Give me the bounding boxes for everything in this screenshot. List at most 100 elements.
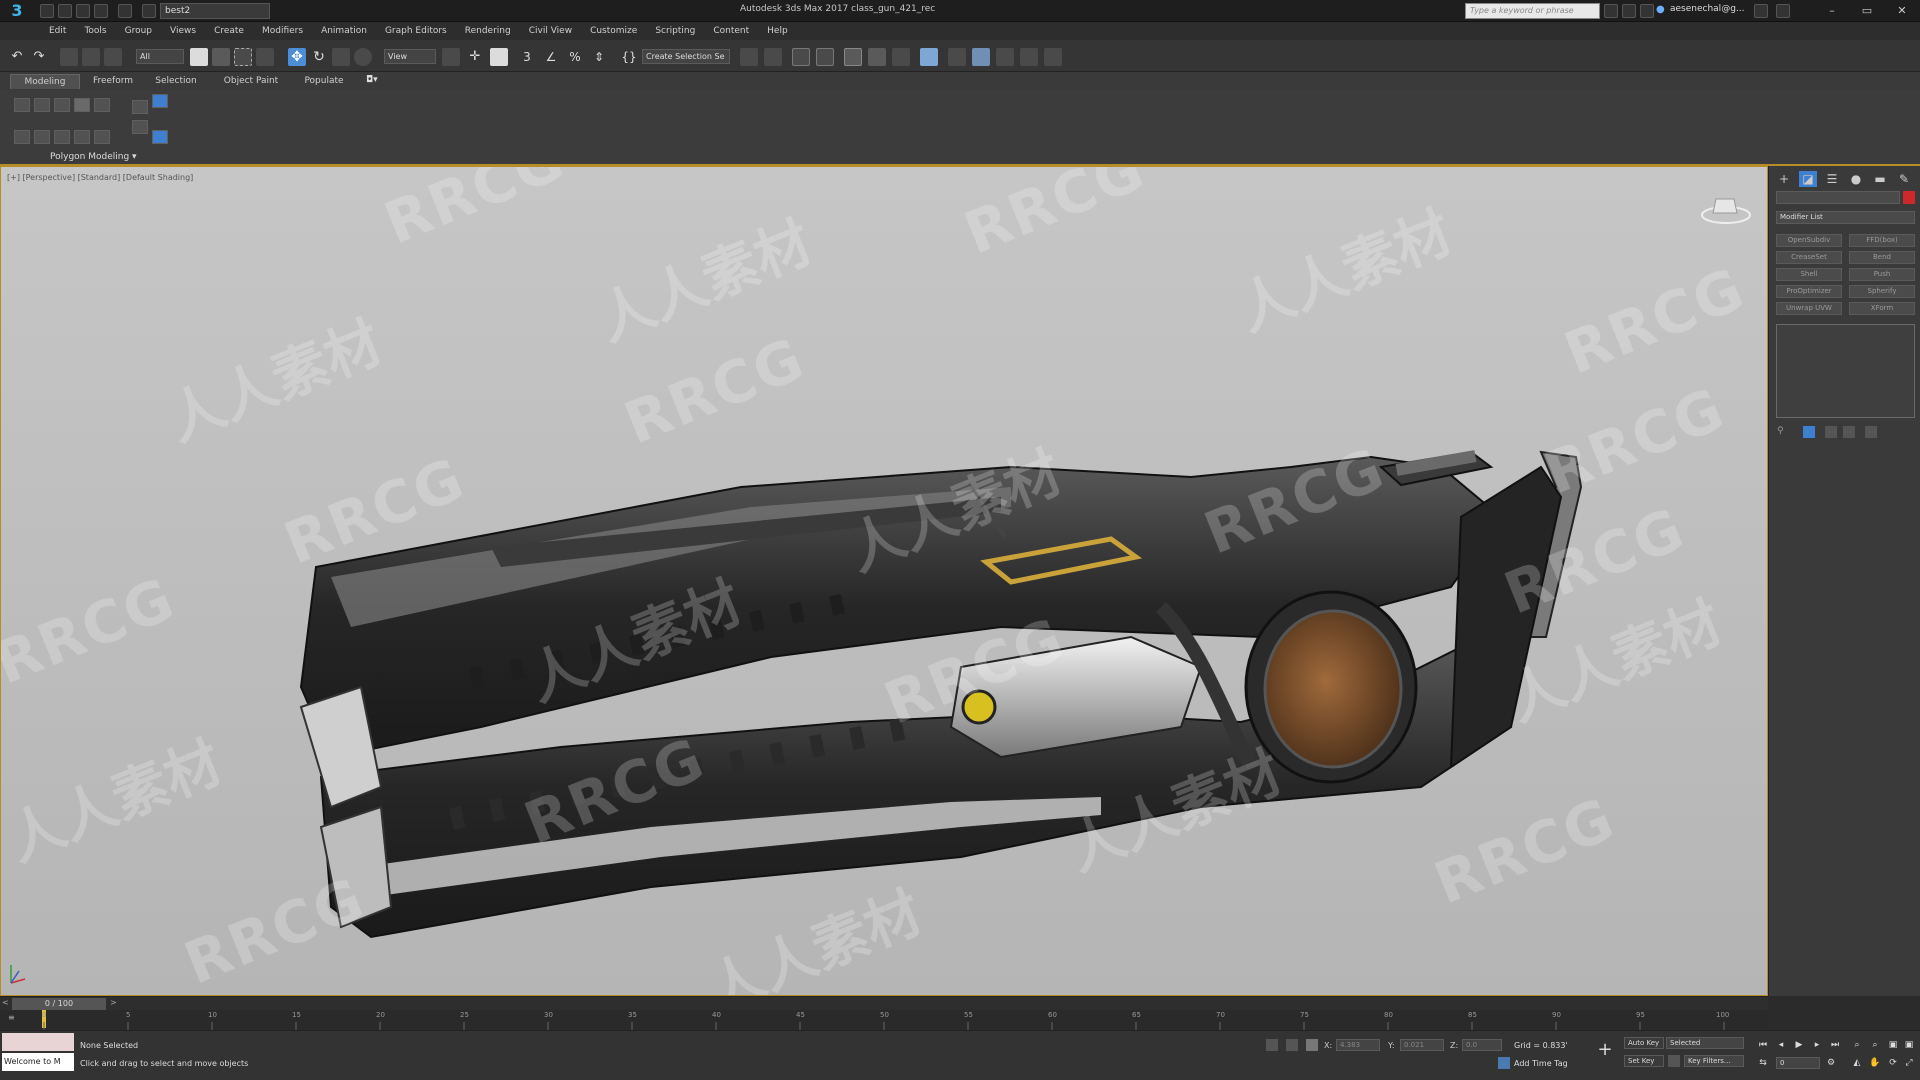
modifier-button[interactable]: CreaseSet (1776, 251, 1842, 264)
open-file-icon[interactable] (58, 4, 72, 18)
binoculars-icon[interactable] (1604, 4, 1618, 18)
go-to-start-icon[interactable]: ⏮ (1756, 1039, 1770, 1051)
key-mode-dropdown[interactable]: Selected (1666, 1037, 1744, 1049)
redo-icon[interactable]: ↷ (30, 48, 48, 66)
key-filters-button[interactable]: Key Filters... (1684, 1055, 1744, 1067)
previous-frame-icon[interactable]: ◂ (1774, 1039, 1788, 1051)
ribbon-tool-7[interactable] (152, 94, 168, 108)
set-key-button[interactable]: Set Key (1624, 1055, 1664, 1067)
app-logo-icon[interactable]: 3 (4, 2, 30, 20)
zoom-icon[interactable]: ⌕ (1850, 1039, 1864, 1051)
select-by-name-icon[interactable] (212, 48, 230, 66)
show-end-result-icon[interactable] (1803, 426, 1815, 438)
mirror-icon[interactable] (740, 48, 758, 66)
reference-coordinate-dropdown[interactable]: View (384, 49, 436, 64)
link-icon[interactable] (60, 48, 78, 66)
auto-key-button[interactable]: Auto Key (1624, 1037, 1664, 1049)
ribbon-panel-label[interactable]: Polygon Modeling ▾ (50, 152, 137, 162)
angle-snap-icon[interactable]: ∠ (542, 48, 560, 66)
ribbon-tool-6[interactable] (132, 100, 148, 114)
communication-center-icon[interactable] (1622, 4, 1636, 18)
workspace-selector[interactable]: best2 (160, 3, 270, 19)
configure-modifier-sets-icon[interactable] (1865, 426, 1877, 438)
key-icon[interactable] (1668, 1055, 1680, 1067)
render-iterative-icon[interactable] (1020, 48, 1038, 66)
modifier-button[interactable]: OpenSubdiv (1776, 234, 1842, 247)
menu-group[interactable]: Group (116, 26, 161, 36)
menu-graph-editors[interactable]: Graph Editors (376, 26, 456, 36)
menu-views[interactable]: Views (161, 26, 205, 36)
project-folder-icon[interactable] (142, 4, 156, 18)
prev-frame-arrow-icon[interactable]: < (2, 998, 9, 1007)
time-configuration-icon[interactable]: ⚙ (1824, 1057, 1838, 1069)
minimize-button[interactable]: – (1815, 2, 1849, 20)
exchange-apps-icon[interactable] (1754, 4, 1768, 18)
snaps-toggle-icon[interactable]: 3 (518, 48, 536, 66)
redo-quick-icon[interactable] (118, 4, 132, 18)
ribbon-tool-11[interactable] (54, 130, 70, 144)
make-unique-icon[interactable] (1825, 426, 1837, 438)
render-production-icon[interactable] (996, 48, 1014, 66)
user-account[interactable]: aesenechal@g... (1670, 4, 1750, 14)
track-bar[interactable]: ≡ 0 5 10 15 20 25 30 35 40 45 50 55 60 6… (0, 1010, 1768, 1030)
modifier-button[interactable]: XForm (1849, 302, 1915, 315)
edit-named-selection-icon[interactable]: {} (620, 48, 638, 66)
select-object-icon[interactable] (190, 48, 208, 66)
frame-counter[interactable]: 0 / 100 (12, 998, 106, 1010)
schematic-view-icon[interactable] (892, 48, 910, 66)
unlink-icon[interactable] (82, 48, 100, 66)
maximize-viewport-icon[interactable]: ⤢ (1902, 1057, 1916, 1069)
pan-view-icon[interactable]: ✋ (1868, 1057, 1882, 1069)
modifier-button[interactable]: Spherify (1849, 285, 1915, 298)
time-tag-icon[interactable] (1498, 1057, 1510, 1069)
render-cloud-icon[interactable] (1044, 48, 1062, 66)
render-setup-icon[interactable] (948, 48, 966, 66)
zoom-extents-all-icon[interactable]: ▣ (1902, 1039, 1916, 1051)
named-selection-dropdown[interactable]: Create Selection Se (642, 49, 730, 64)
favorites-star-icon[interactable] (1640, 4, 1654, 18)
motion-tab-icon[interactable]: ● (1847, 171, 1865, 187)
undo-quick-icon[interactable] (94, 4, 108, 18)
new-file-icon[interactable] (40, 4, 54, 18)
remove-modifier-icon[interactable] (1843, 426, 1855, 438)
ribbon-tool-12[interactable] (74, 130, 90, 144)
select-and-scale-icon[interactable] (332, 48, 350, 66)
rectangular-selection-icon[interactable] (234, 48, 252, 66)
modifier-button[interactable]: FFD(box) (1849, 234, 1915, 247)
bind-space-warp-icon[interactable] (104, 48, 122, 66)
spinner-snap-icon[interactable]: ⇕ (590, 48, 608, 66)
create-tab-icon[interactable]: + (1775, 171, 1793, 187)
next-frame-arrow-icon[interactable]: > (110, 998, 117, 1007)
select-and-move-icon[interactable]: ✥ (288, 48, 306, 66)
menu-help[interactable]: Help (758, 26, 797, 36)
zoom-all-icon[interactable]: ⌕ (1868, 1039, 1882, 1051)
isolate-selection-icon[interactable] (1266, 1039, 1278, 1051)
current-frame-field[interactable]: 0 (1776, 1057, 1820, 1069)
selection-lock-icon[interactable] (1286, 1039, 1298, 1051)
menu-edit[interactable]: Edit (40, 26, 75, 36)
tab-modeling[interactable]: Modeling (10, 74, 80, 89)
scene-explorer-icon[interactable] (792, 48, 810, 66)
go-to-end-icon[interactable]: ⏭ (1828, 1039, 1842, 1051)
object-color-swatch[interactable] (1903, 191, 1915, 204)
modifier-button[interactable]: Bend (1849, 251, 1915, 264)
play-icon[interactable]: ▶ (1792, 1039, 1806, 1051)
help-icon[interactable] (1776, 4, 1790, 18)
window-crossing-icon[interactable] (256, 48, 274, 66)
ribbon-tool-14[interactable] (152, 130, 168, 144)
rendered-frame-window-icon[interactable] (972, 48, 990, 66)
set-key-plus-icon[interactable]: + (1594, 1037, 1616, 1063)
display-tab-icon[interactable]: ▬ (1871, 171, 1889, 187)
modify-tab-icon[interactable]: ◪ (1799, 171, 1817, 187)
orbit-icon[interactable]: ⟳ (1886, 1057, 1900, 1069)
ribbon-options-icon[interactable]: ◘▾ (366, 75, 384, 87)
menu-civil-view[interactable]: Civil View (520, 26, 581, 36)
z-coordinate-field[interactable]: 0.0 (1462, 1039, 1502, 1051)
tab-freeform[interactable]: Freeform (84, 74, 142, 89)
ribbon-tool-1[interactable] (14, 98, 30, 112)
align-icon[interactable] (764, 48, 782, 66)
percent-snap-icon[interactable]: % (566, 48, 584, 66)
menu-tools[interactable]: Tools (75, 26, 115, 36)
ribbon-tool-8[interactable] (132, 120, 148, 134)
curve-editor-icon[interactable] (868, 48, 886, 66)
